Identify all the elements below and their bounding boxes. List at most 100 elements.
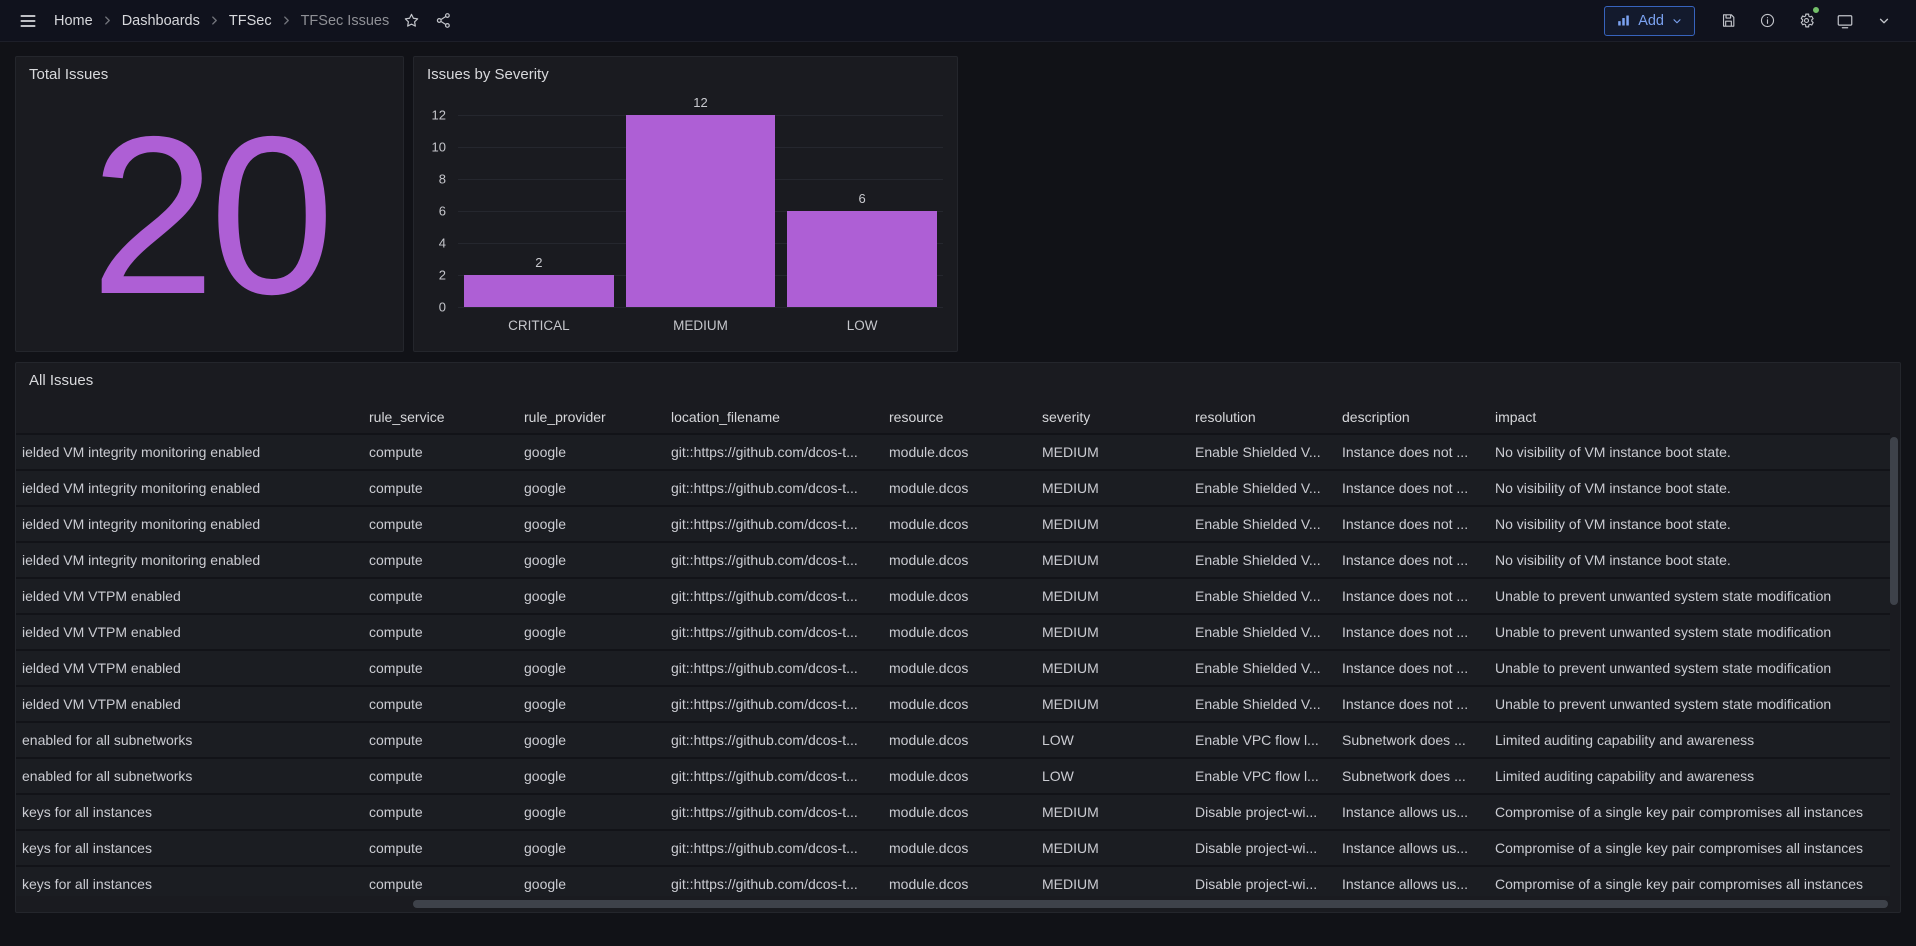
hamburger-icon	[18, 11, 38, 31]
table-cell: Limited auditing capability and awarenes…	[1485, 768, 1890, 784]
table-cell: Enable Shielded V...	[1185, 444, 1332, 460]
table-cell: Unable to prevent unwanted system state …	[1485, 624, 1890, 640]
y-axis-tick-label: 2	[439, 268, 446, 283]
table-cell: Unable to prevent unwanted system state …	[1485, 696, 1890, 712]
table-cell: compute	[359, 840, 514, 856]
table-cell: Compromise of a single key pair compromi…	[1485, 876, 1890, 892]
table-cell: Instance allows us...	[1332, 840, 1485, 856]
table-row: enabled for all subnetworkscomputegoogle…	[16, 759, 1890, 795]
table-cell: google	[514, 732, 661, 748]
add-button[interactable]: Add	[1604, 6, 1695, 36]
info-circle-icon	[1759, 12, 1776, 29]
y-axis-tick-label: 12	[432, 108, 446, 123]
column-header-location_filename[interactable]: location_filename	[661, 409, 879, 425]
table-cell: Instance does not ...	[1332, 588, 1485, 604]
table-cell: Enable Shielded V...	[1185, 696, 1332, 712]
table-cell: ielded VM VTPM enabled	[16, 696, 359, 712]
breadcrumb-item-home[interactable]: Home	[54, 13, 93, 29]
table-cell: Enable VPC flow l...	[1185, 732, 1332, 748]
breadcrumb-separator	[102, 15, 113, 26]
bar-low	[787, 211, 937, 307]
horizontal-scrollbar-thumb[interactable]	[413, 900, 1888, 908]
add-button-label: Add	[1638, 13, 1664, 29]
navbar-more-button[interactable]	[1868, 5, 1900, 37]
column-header-impact[interactable]: impact	[1485, 409, 1890, 425]
table-cell: Compromise of a single key pair compromi…	[1485, 804, 1890, 820]
breadcrumb-item-tfsec[interactable]: TFSec	[229, 13, 272, 29]
table-cell: LOW	[1032, 768, 1185, 784]
breadcrumb-item-dashboards[interactable]: Dashboards	[122, 13, 200, 29]
table-cell: compute	[359, 768, 514, 784]
table-cell: google	[514, 588, 661, 604]
column-header-rule_service[interactable]: rule_service	[359, 409, 514, 425]
table-cell: Enable Shielded V...	[1185, 624, 1332, 640]
panel-title-total-issues[interactable]: Total Issues	[16, 57, 121, 92]
table-cell: module.dcos	[879, 696, 1032, 712]
table-row: ielded VM VTPM enabledcomputegooglegit::…	[16, 651, 1890, 687]
bar-critical	[464, 275, 614, 307]
table-cell: google	[514, 516, 661, 532]
table-cell: Subnetwork does ...	[1332, 732, 1485, 748]
table-cell: Unable to prevent unwanted system state …	[1485, 660, 1890, 676]
table-cell: ielded VM integrity monitoring enabled	[16, 480, 359, 496]
table-cell: MEDIUM	[1032, 588, 1185, 604]
navbar-right: Add	[1604, 5, 1900, 37]
top-navbar: HomeDashboardsTFSecTFSec Issues Add	[0, 0, 1916, 42]
table-cell: keys for all instances	[16, 876, 359, 892]
table-cell: LOW	[1032, 732, 1185, 748]
save-dashboard-button[interactable]	[1712, 5, 1744, 37]
table-cell: ielded VM VTPM enabled	[16, 624, 359, 640]
column-header-resolution[interactable]: resolution	[1185, 409, 1332, 425]
table-cell: Enable VPC flow l...	[1185, 768, 1332, 784]
column-header-rule_provider[interactable]: rule_provider	[514, 409, 661, 425]
table-cell: google	[514, 552, 661, 568]
table-cell: module.dcos	[879, 444, 1032, 460]
table-cell: git::https://github.com/dcos-t...	[661, 660, 879, 676]
x-axis-tick-label: CRITICAL	[508, 318, 570, 333]
dashboard-canvas: Total Issues 20 Issues by Severity 02468…	[0, 42, 1916, 913]
panel-title-all-issues[interactable]: All Issues	[16, 363, 106, 398]
table-cell: No visibility of VM instance boot state.	[1485, 552, 1890, 568]
table-cell: compute	[359, 624, 514, 640]
table-cell: Unable to prevent unwanted system state …	[1485, 588, 1890, 604]
table-cell: google	[514, 840, 661, 856]
status-dot	[1812, 6, 1820, 14]
favorite-button[interactable]	[395, 5, 427, 37]
tv-monitor-icon	[1836, 12, 1854, 30]
column-header-resource[interactable]: resource	[879, 409, 1032, 425]
table-cell: google	[514, 804, 661, 820]
table-row: ielded VM VTPM enabledcomputegooglegit::…	[16, 687, 1890, 723]
x-axis-tick-label: LOW	[847, 318, 878, 333]
table-cell: MEDIUM	[1032, 552, 1185, 568]
x-axis-tick-label: MEDIUM	[673, 318, 728, 333]
bar-value-label: 2	[535, 255, 542, 270]
chart-plot: 2126	[458, 115, 943, 307]
table-cell: Enable Shielded V...	[1185, 552, 1332, 568]
table-cell: MEDIUM	[1032, 516, 1185, 532]
issues-by-severity-panel: Issues by Severity 024681012 2126 CRITIC…	[413, 56, 958, 352]
table-cell: module.dcos	[879, 876, 1032, 892]
table-cell: module.dcos	[879, 552, 1032, 568]
table-cell: ielded VM VTPM enabled	[16, 588, 359, 604]
share-button[interactable]	[427, 5, 459, 37]
top-panel-row: Total Issues 20 Issues by Severity 02468…	[15, 56, 1901, 352]
table-cell: google	[514, 696, 661, 712]
table-cell: Enable Shielded V...	[1185, 480, 1332, 496]
panel-title-issues-by-severity[interactable]: Issues by Severity	[414, 57, 562, 92]
breadcrumb: HomeDashboardsTFSecTFSec Issues	[54, 13, 389, 29]
table-cell: Instance does not ...	[1332, 480, 1485, 496]
table-cell: MEDIUM	[1032, 480, 1185, 496]
column-header-description[interactable]: description	[1332, 409, 1485, 425]
table-cell: Subnetwork does ...	[1332, 768, 1485, 784]
cycle-view-mode-button[interactable]	[1829, 5, 1861, 37]
menu-button[interactable]	[12, 5, 44, 37]
table-cell: keys for all instances	[16, 804, 359, 820]
column-header-severity[interactable]: severity	[1032, 409, 1185, 425]
dashboard-settings-button[interactable]	[1790, 5, 1822, 37]
vertical-scrollbar-thumb[interactable]	[1890, 437, 1898, 605]
table-cell: git::https://github.com/dcos-t...	[661, 768, 879, 784]
dashboard-insights-button[interactable]	[1751, 5, 1783, 37]
table-row: keys for all instancescomputegooglegit::…	[16, 867, 1890, 896]
table-cell: google	[514, 624, 661, 640]
table-cell: Instance does not ...	[1332, 660, 1485, 676]
